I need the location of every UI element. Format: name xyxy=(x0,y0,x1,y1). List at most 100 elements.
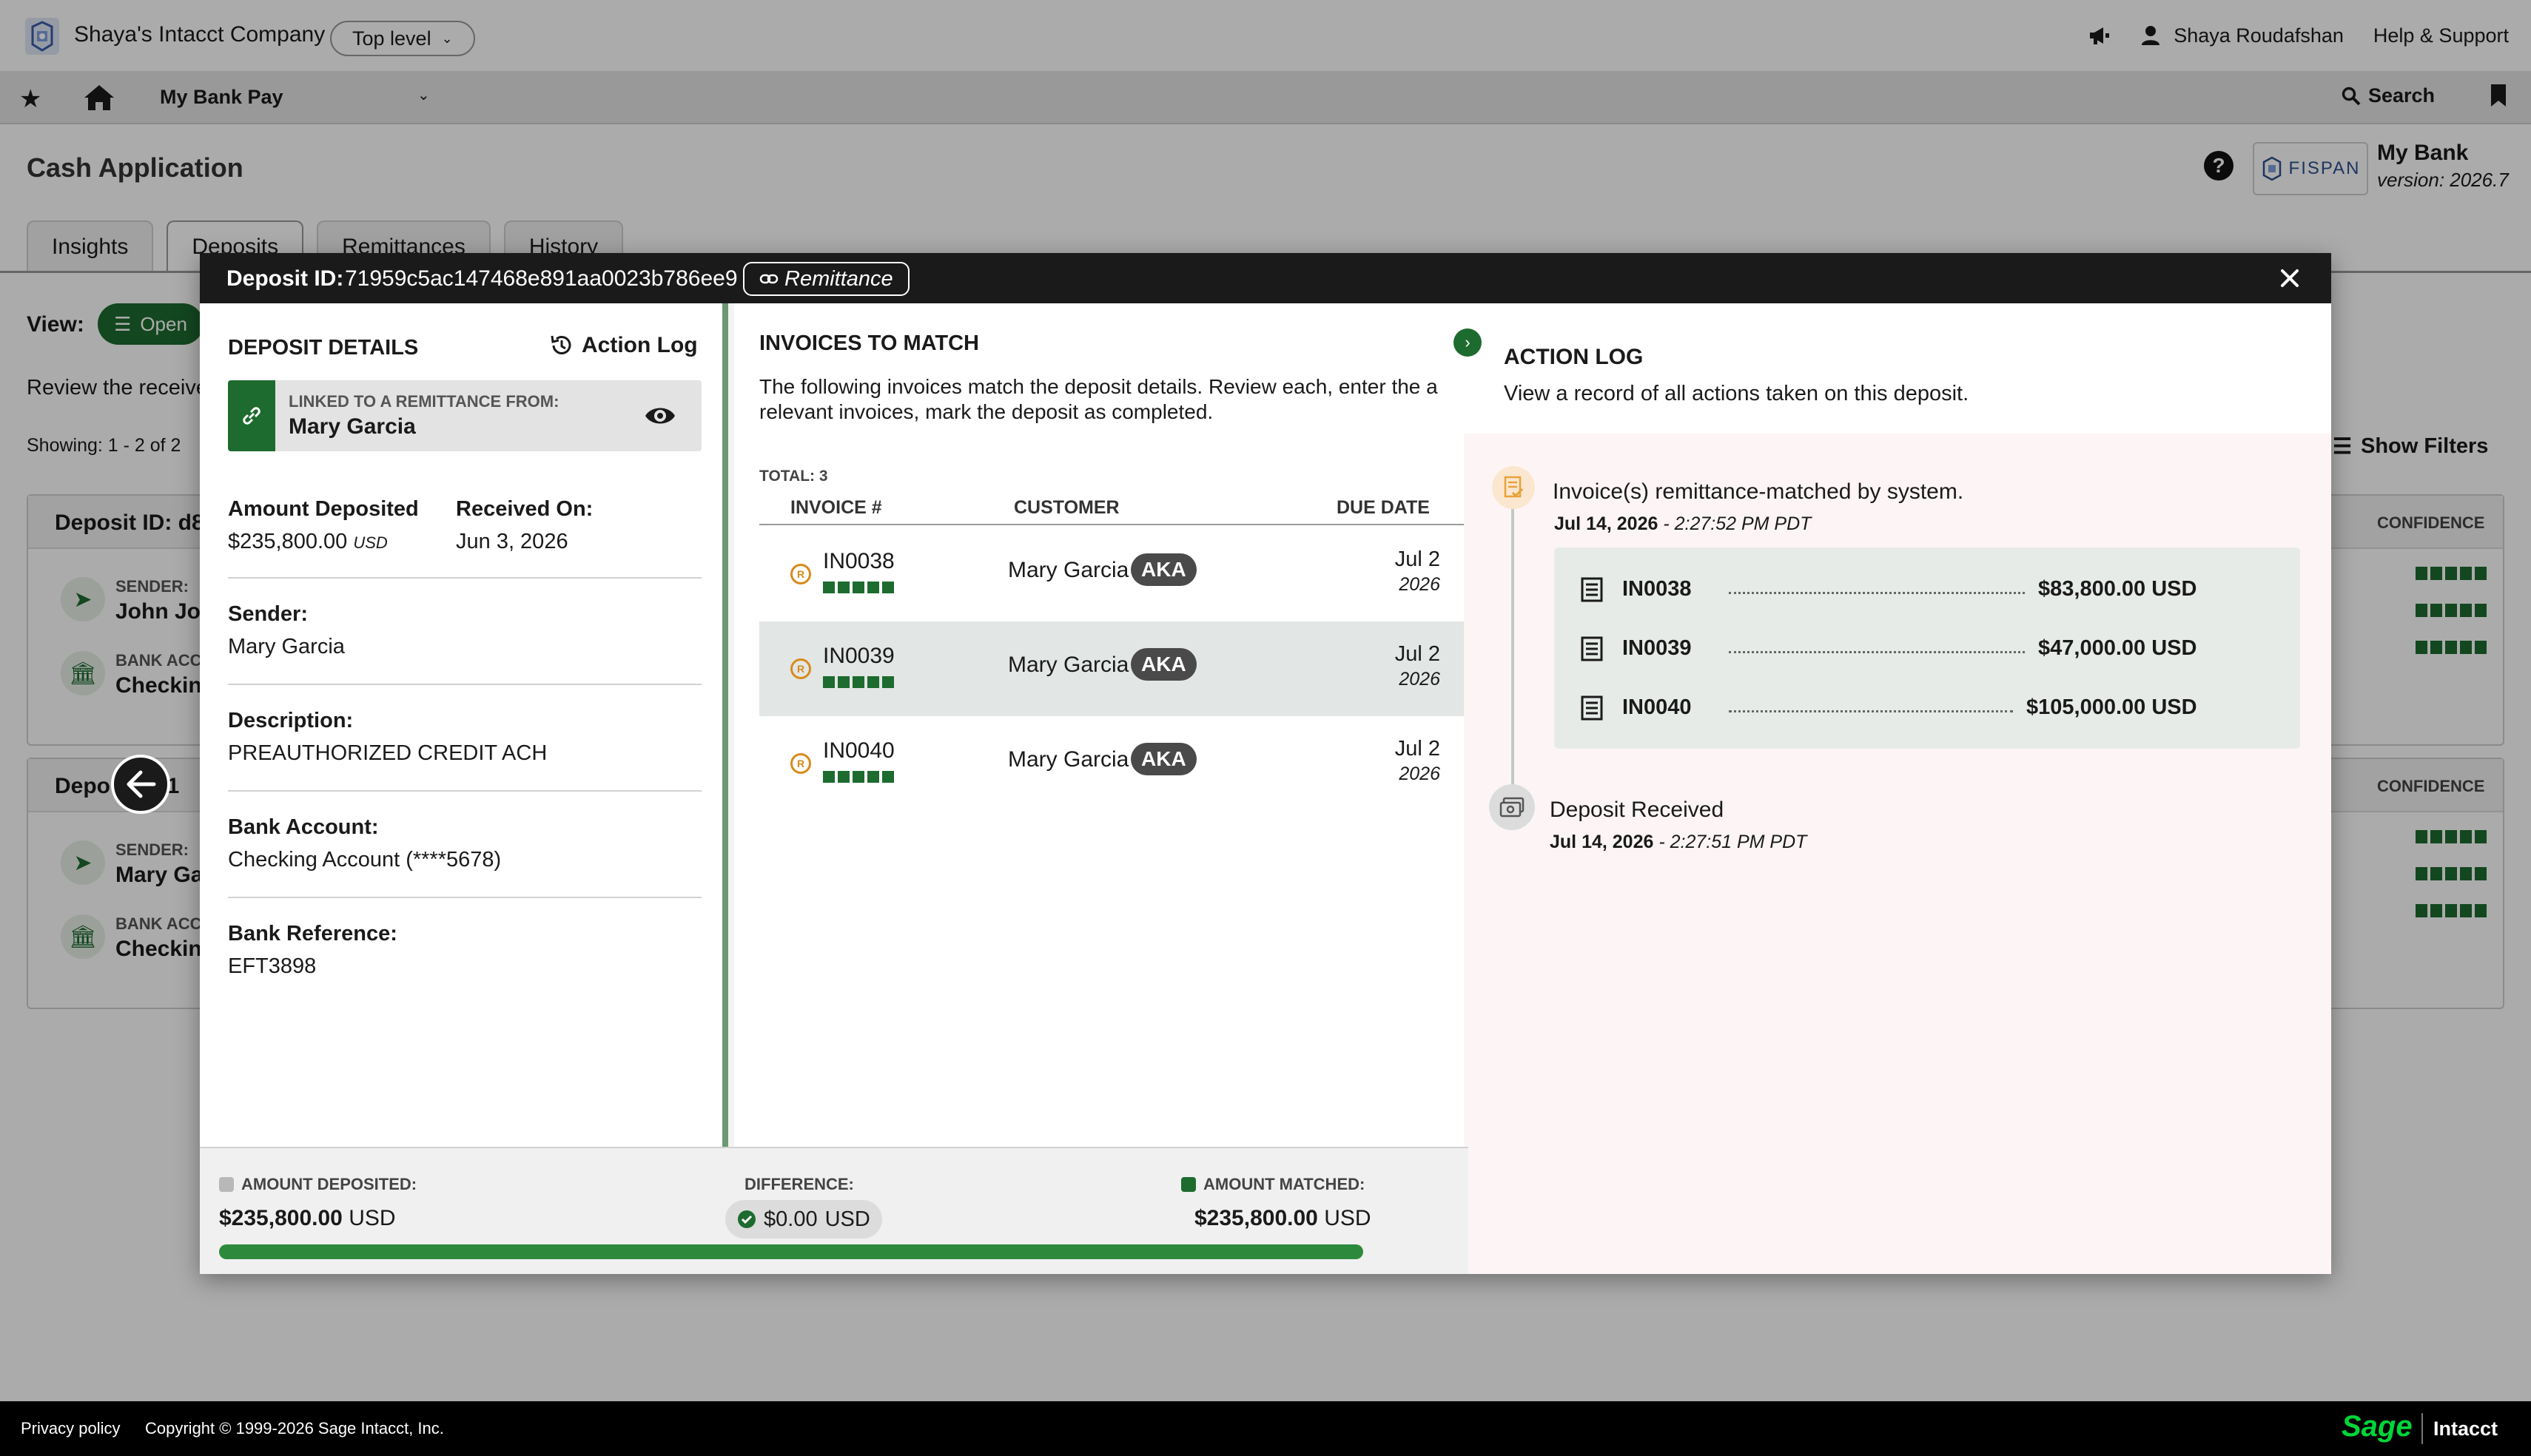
matched-invoices-box: IN0038 $83,800.00 USD IN0039 $47,000.00 … xyxy=(1554,547,2300,749)
remittance-label: Remittance xyxy=(784,266,893,291)
linked-remittance-box: LINKED TO A REMITTANCE FROM: Mary Garcia xyxy=(228,380,702,451)
back-button[interactable] xyxy=(111,755,170,814)
aka-badge[interactable]: AKA xyxy=(1131,648,1197,681)
document-icon xyxy=(1581,636,1603,661)
confidence-indicator xyxy=(823,582,894,593)
matched-invoice-number: IN0038 xyxy=(1622,577,1692,601)
due-date: Jul 2 xyxy=(1394,547,1440,571)
due-date: Jul 2 xyxy=(1394,737,1440,761)
matched-invoice-amount: $105,000.00 USD xyxy=(2026,695,2197,719)
event-title: Invoice(s) remittance-matched by system. xyxy=(1553,479,1964,504)
dotted-leader xyxy=(1729,651,2025,653)
event-title: Deposit Received xyxy=(1550,798,1724,822)
action-log-header: ACTION LOG View a record of all actions … xyxy=(1464,303,2331,434)
action-log-panel: › ACTION LOG View a record of all action… xyxy=(1453,303,2331,1274)
due-date: Jul 2 xyxy=(1394,642,1440,666)
received-on-value: Jun 3, 2026 xyxy=(456,530,568,553)
matched-invoice-row: IN0039 $47,000.00 USD xyxy=(1581,633,2217,663)
matched-invoice-number: IN0039 xyxy=(1622,636,1692,660)
confidence-indicator xyxy=(823,676,894,688)
aka-badge[interactable]: AKA xyxy=(1131,743,1197,775)
action-log-subtitle: View a record of all actions taken on th… xyxy=(1504,382,1969,405)
deposit-id-label: Deposit ID: xyxy=(226,266,344,291)
bank-account-label: Bank Account: xyxy=(228,815,379,839)
invoices-description: The following invoices match the deposit… xyxy=(759,375,1438,423)
due-year: 2026 xyxy=(1399,764,1440,784)
difference-label: DIFFERENCE: xyxy=(744,1175,854,1193)
invoice-number: IN0040 xyxy=(823,738,895,763)
amount-deposited-summary-label: AMOUNT DEPOSITED: xyxy=(219,1175,417,1194)
matched-invoice-amount: $83,800.00 USD xyxy=(2038,577,2197,601)
column-header-invoice[interactable]: INVOICE # xyxy=(790,497,882,519)
amount-deposited-label: Amount Deposited xyxy=(228,497,419,521)
customer-name: Mary Garcia xyxy=(1008,653,1129,677)
match-progress-fill xyxy=(219,1244,1363,1259)
column-header-due-date[interactable]: DUE DATE xyxy=(1337,497,1430,519)
confidence-indicator xyxy=(823,771,894,783)
amount-deposited-summary-value: $235,800.00 USD xyxy=(219,1206,396,1230)
legend-swatch xyxy=(219,1177,234,1192)
invoice-number: IN0039 xyxy=(823,644,895,668)
matched-invoice-amount: $47,000.00 USD xyxy=(2038,636,2197,660)
amount-deposited-value: $235,800.00 USD xyxy=(228,530,388,553)
matched-invoice-row: IN0038 $83,800.00 USD xyxy=(1581,574,2217,604)
linked-remittance-name: Mary Garcia xyxy=(289,414,416,439)
due-year: 2026 xyxy=(1399,574,1440,595)
dotted-leader xyxy=(1729,592,2025,594)
description-label: Description: xyxy=(228,709,354,732)
remittance-status-icon: R xyxy=(790,564,811,584)
bank-account-value: Checking Account (****5678) xyxy=(228,848,502,872)
chevron-right-icon[interactable]: › xyxy=(1453,328,1482,357)
deposit-received-icon xyxy=(1489,784,1535,830)
privacy-policy-link[interactable]: Privacy policy xyxy=(21,1419,120,1438)
match-summary-bar: AMOUNT DEPOSITED: $235,800.00 USD DIFFER… xyxy=(200,1147,1468,1274)
divider xyxy=(228,897,702,898)
remittance-link-button[interactable]: Remittance xyxy=(743,262,910,296)
aka-badge[interactable]: AKA xyxy=(1131,553,1197,586)
deposit-details-panel: DEPOSIT DETAILS Action Log LINKED TO A R… xyxy=(200,303,728,1147)
deposit-details-title: DEPOSIT DETAILS xyxy=(228,336,419,360)
close-icon[interactable] xyxy=(2275,263,2305,293)
divider xyxy=(228,684,702,685)
legend-swatch xyxy=(1181,1177,1196,1192)
column-header-customer[interactable]: CUSTOMER xyxy=(1014,497,1120,519)
sender-value: Mary Garcia xyxy=(228,635,345,658)
action-log-title: ACTION LOG xyxy=(1504,345,1644,369)
action-log-label: Action Log xyxy=(582,333,698,357)
remittance-status-icon: R xyxy=(790,753,811,774)
invoice-number: IN0038 xyxy=(823,549,895,573)
link-icon xyxy=(759,274,779,284)
link-icon xyxy=(228,380,275,451)
remittance-status-icon: R xyxy=(790,658,811,679)
amount-matched-label: AMOUNT MATCHED: xyxy=(1181,1175,1365,1194)
modal-header: Deposit ID: 71959c5ac147468e891aa0023b78… xyxy=(200,253,2331,303)
deposit-id-value: 71959c5ac147468e891aa0023b786ee9 xyxy=(345,266,738,291)
document-icon xyxy=(1581,577,1603,602)
deposit-modal: Deposit ID: 71959c5ac147468e891aa0023b78… xyxy=(200,253,2331,1274)
action-log-button[interactable]: Action Log xyxy=(549,333,698,358)
check-circle-icon xyxy=(738,1210,756,1228)
document-icon xyxy=(1581,695,1603,721)
table-row[interactable]: R IN0039 Mary Garcia AKA Jul 2 2026 xyxy=(759,621,1468,716)
intacct-logo-text: Intacct xyxy=(2433,1418,2498,1440)
arrow-left-icon xyxy=(127,770,156,798)
history-icon xyxy=(551,335,571,354)
footer: Privacy policy Copyright © 1999-2026 Sag… xyxy=(0,1401,2531,1456)
customer-name: Mary Garcia xyxy=(1008,558,1129,582)
event-timestamp: Jul 14, 2026 - 2:27:51 PM PDT xyxy=(1550,832,1807,852)
matched-invoice-row: IN0040 $105,000.00 USD xyxy=(1581,692,2217,722)
table-row[interactable]: R IN0040 Mary Garcia AKA Jul 2 2026 xyxy=(759,716,1468,811)
customer-name: Mary Garcia xyxy=(1008,747,1129,772)
sage-logo: Sage xyxy=(2342,1410,2413,1443)
remittance-match-icon xyxy=(1492,466,1535,509)
sender-label: Sender: xyxy=(228,602,308,626)
timeline-line xyxy=(1511,503,1514,814)
bank-reference-value: EFT3898 xyxy=(228,954,317,978)
description-value: PREAUTHORIZED CREDIT ACH xyxy=(228,741,548,765)
invoices-total: TOTAL: 3 xyxy=(759,468,828,485)
divider xyxy=(228,577,702,579)
eye-icon[interactable] xyxy=(644,401,676,431)
table-row[interactable]: R IN0038 Mary Garcia AKA Jul 2 2026 xyxy=(759,527,1468,621)
match-progress-bar xyxy=(219,1244,1363,1259)
linked-remittance-label: LINKED TO A REMITTANCE FROM: xyxy=(289,392,559,411)
